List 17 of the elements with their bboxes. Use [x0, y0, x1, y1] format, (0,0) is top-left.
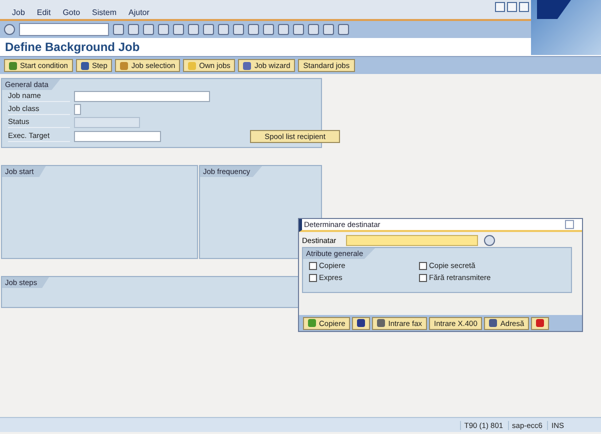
checkbox[interactable] [309, 262, 317, 270]
menu-item[interactable]: Edit [36, 8, 51, 17]
menu-item[interactable]: Job [12, 8, 25, 17]
checkbox[interactable] [309, 274, 317, 282]
icon-button[interactable] [352, 316, 370, 330]
input-field[interactable] [346, 235, 478, 246]
menu-item[interactable]: Sistem [92, 8, 116, 17]
command-field[interactable] [19, 23, 109, 36]
menu-item[interactable]: Ajutor [128, 8, 150, 17]
cancel-button[interactable] [531, 316, 550, 330]
input-field[interactable] [74, 91, 210, 102]
input-field[interactable] [74, 131, 161, 142]
checkbox[interactable] [419, 262, 427, 270]
checkbox[interactable] [419, 274, 427, 282]
menu-item[interactable]: Goto [62, 8, 80, 17]
input-field[interactable] [74, 104, 81, 115]
logo [531, 0, 601, 55]
